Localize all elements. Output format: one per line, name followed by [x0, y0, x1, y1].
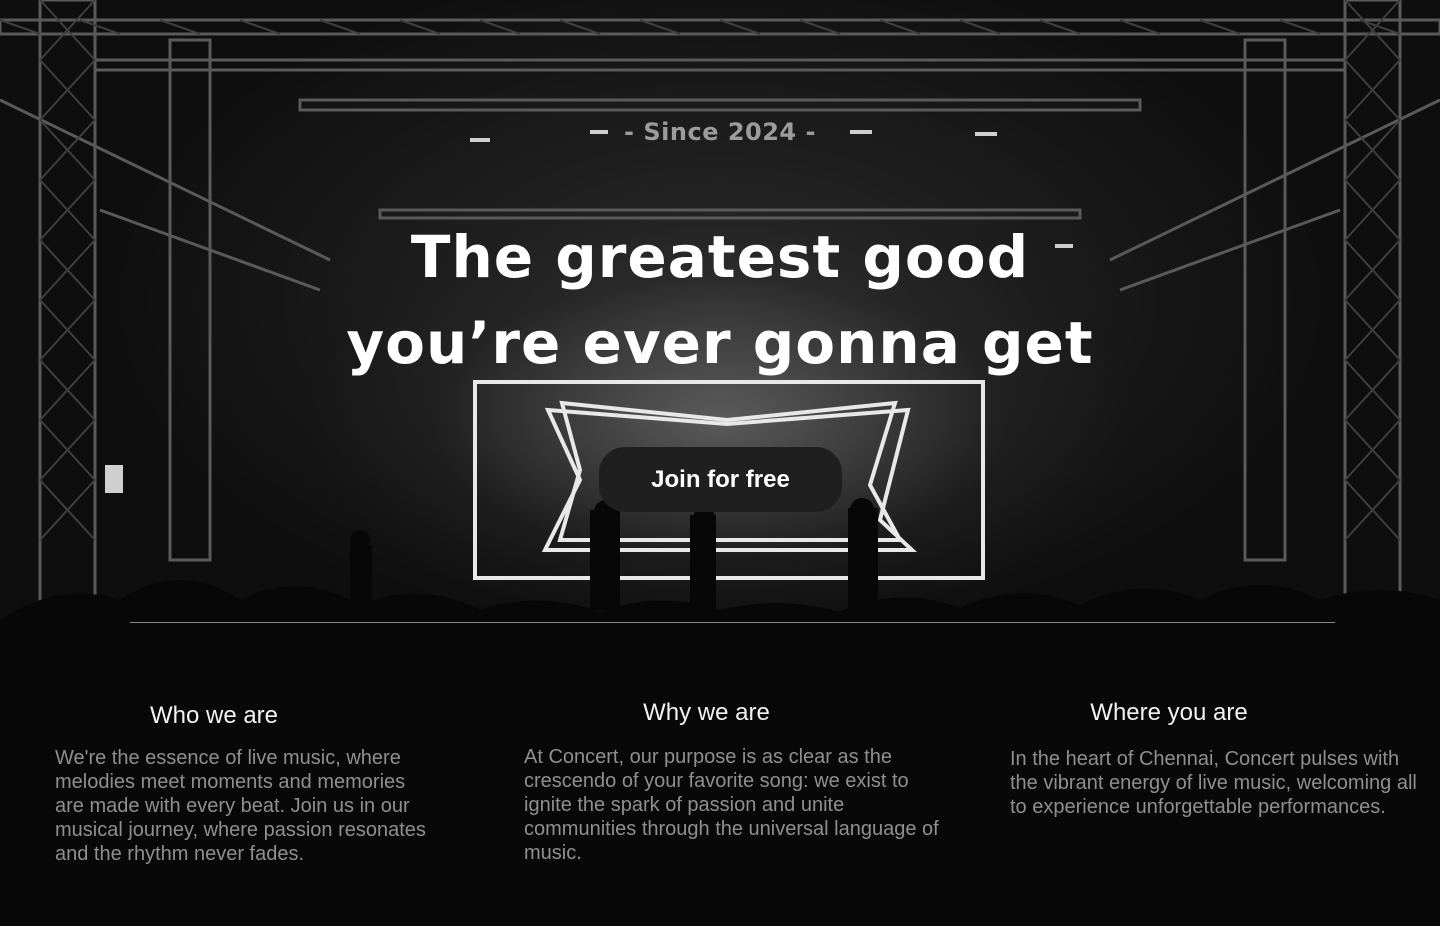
- hero-headline: The greatest good you’re ever gonna get: [0, 214, 1440, 386]
- why-we-are-section: Why we are At Concert, our purpose is as…: [524, 699, 949, 865]
- section-title: Where you are: [1090, 699, 1248, 726]
- who-we-are-section: Who we are We're the essence of live mus…: [55, 702, 435, 866]
- headline-line-1: The greatest good: [410, 223, 1030, 291]
- section-body: At Concert, our purpose is as clear as t…: [524, 746, 939, 864]
- where-you-are-section: Where you are In the heart of Chennai, C…: [1010, 699, 1420, 819]
- section-body: We're the essence of live music, where m…: [55, 747, 426, 865]
- join-for-free-button[interactable]: Join for free: [599, 447, 842, 512]
- headline-line-2: you’re ever gonna get: [346, 309, 1094, 377]
- section-body: In the heart of Chennai, Concert pulses …: [1010, 748, 1417, 818]
- section-divider: [130, 622, 1335, 623]
- hero-section: - Since 2024 - The greatest good you’re …: [0, 0, 1440, 926]
- since-label: - Since 2024 -: [624, 118, 816, 146]
- section-title: Who we are: [149, 702, 279, 729]
- section-title: Why we are: [643, 699, 770, 726]
